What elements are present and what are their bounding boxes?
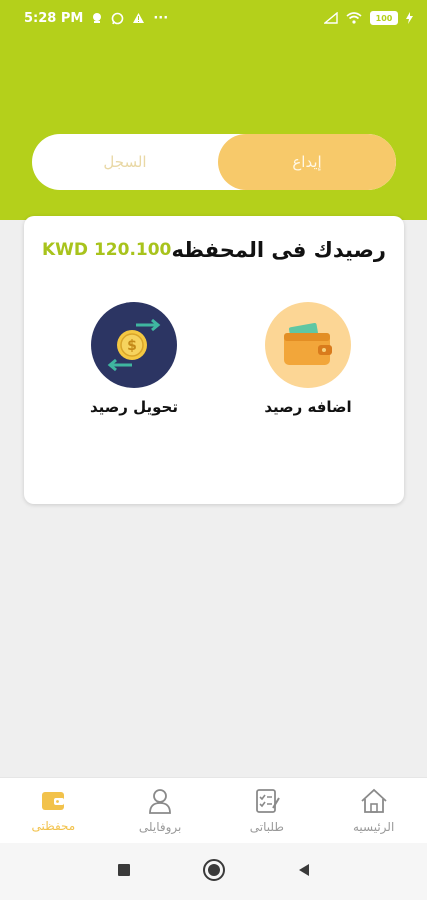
home-icon xyxy=(361,788,387,813)
notification-icon xyxy=(91,12,103,24)
wallet-icon xyxy=(284,323,332,365)
wallet-icon xyxy=(42,792,65,810)
nav-home-label: الرئيسيه xyxy=(352,820,395,834)
nav-profile-label: بروفايلى xyxy=(138,820,182,834)
status-bar: 5:28 PM ··· 100 xyxy=(0,0,427,36)
transfer-balance-button[interactable]: $ تحويل رصيد xyxy=(54,302,214,416)
transfer-balance-label: تحويل رصيد xyxy=(89,398,178,416)
wifi-icon xyxy=(346,12,362,24)
signal-icon xyxy=(324,12,338,24)
whatsapp-icon xyxy=(111,12,124,25)
system-nav-bar xyxy=(0,843,427,900)
status-left: 5:28 PM ··· xyxy=(24,11,168,26)
add-balance-button[interactable]: اضافه رصيد xyxy=(228,302,388,416)
home-button-icon[interactable] xyxy=(202,858,226,886)
add-balance-label: اضافه رصيد xyxy=(264,398,352,416)
status-right: 100 xyxy=(324,11,413,25)
nav-profile[interactable]: بروفايلى xyxy=(110,788,210,834)
transfer-balance-circle: $ xyxy=(91,302,177,388)
wallet-balance-title: رصيدك فى المحفظه xyxy=(171,238,386,262)
user-icon xyxy=(149,789,172,814)
back-icon[interactable] xyxy=(296,862,312,882)
wallet-card: رصيدك فى المحفظه KWD 120.100 اضافه رصيد … xyxy=(24,216,404,504)
tab-deposit[interactable]: إيداع xyxy=(218,134,396,190)
recent-apps-icon[interactable] xyxy=(116,862,132,882)
nav-wallet-label: محفظتى xyxy=(31,819,76,833)
warning-icon xyxy=(132,12,145,24)
header-background xyxy=(0,36,427,220)
tab-history[interactable]: السجل xyxy=(32,134,218,190)
charging-icon xyxy=(406,12,413,24)
svg-text:$: $ xyxy=(127,338,137,354)
tab-history-label: السجل xyxy=(103,153,147,171)
nav-wallet[interactable]: محفظتى xyxy=(3,789,103,833)
nav-orders-label: طلباتى xyxy=(249,820,284,834)
bottom-nav: محفظتى بروفايلى طلباتى الرئيسيه xyxy=(0,777,427,844)
status-time: 5:28 PM xyxy=(24,10,84,26)
nav-orders[interactable]: طلباتى xyxy=(217,788,317,834)
add-balance-circle xyxy=(265,302,351,388)
history-deposit-toggle: السجل إيداع xyxy=(32,134,396,190)
clipboard-icon xyxy=(255,789,280,813)
wallet-balance-amount: KWD 120.100 xyxy=(42,240,172,260)
battery-icon: 100 xyxy=(370,11,398,25)
nav-home[interactable]: الرئيسيه xyxy=(324,788,424,834)
tab-deposit-label: إيداع xyxy=(292,153,322,171)
coin-transfer-icon: $ xyxy=(107,318,161,372)
more-notifications: ··· xyxy=(153,10,169,26)
